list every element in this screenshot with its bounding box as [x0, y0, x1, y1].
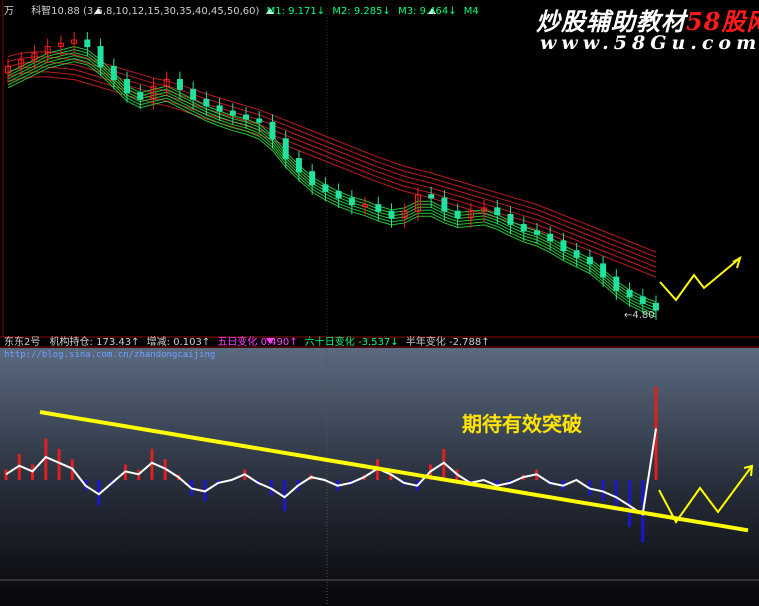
candle-body [586, 256, 593, 265]
candle-body [282, 138, 289, 160]
symbol-label: 万 [4, 6, 14, 17]
candle-body [176, 79, 183, 90]
lower-header: 东东2号 机构持仓: 173.43↑ 增减: 0.103↑ 五日变化 0.490… [4, 337, 490, 349]
candle-body [269, 121, 276, 140]
candle-body [613, 276, 620, 291]
candle-body [97, 46, 104, 67]
half-year-change: 半年变化 -2.788↑ [405, 337, 490, 348]
m1-value: M1: 9.171↓ [266, 6, 326, 17]
candle-body [84, 39, 91, 48]
candle-body [388, 210, 395, 219]
m4-value: M4 [463, 6, 479, 17]
candle-body [256, 118, 263, 123]
candle-body [547, 233, 554, 242]
ma-params-label: (3,5,8,10,12,15,30,35,40,45,50,60) [83, 6, 260, 17]
candle-body [494, 207, 501, 216]
blog-url: http://blog.sina.com.cn/zhandongcaijing [4, 350, 216, 360]
indicator-name: 东东2号 [4, 337, 41, 348]
candle-body [190, 88, 197, 100]
candle-body [573, 250, 580, 258]
candle-body [203, 98, 210, 107]
indicator-label: 科智10.88 [31, 6, 80, 17]
candle-body [639, 296, 646, 304]
candle-body [229, 110, 236, 116]
candle-body [124, 79, 131, 94]
chart-svg [0, 0, 759, 606]
candle-body [295, 158, 302, 173]
candle-body [137, 92, 144, 100]
candle-body [560, 240, 567, 252]
candle-body [626, 289, 633, 298]
candle-body [375, 204, 382, 212]
change-value: 增减: 0.103↑ [146, 337, 211, 348]
candle-body [309, 171, 316, 186]
low-price-label: ←4.80 [624, 310, 655, 321]
candle-body [653, 302, 659, 311]
candle-body [520, 223, 527, 232]
chart-canvas: 万 科智10.88 (3,5,8,10,12,15,30,35,40,45,50… [0, 0, 759, 606]
candle-body [110, 65, 117, 81]
candle-body [335, 190, 342, 199]
holding-value: 机构持仓: 173.43↑ [49, 337, 140, 348]
candle-body [428, 194, 435, 199]
candle-body [216, 105, 223, 112]
m2-value: M2: 9.285↓ [332, 6, 391, 17]
five-day-change: 五日变化 0.490↑ [217, 337, 298, 348]
candle-body [348, 197, 355, 206]
upper-header: 万 科智10.88 (3,5,8,10,12,15,30,35,40,45,50… [4, 6, 479, 18]
candle-body [600, 263, 607, 278]
candle-body [322, 184, 329, 192]
sixty-day-change: 六十日变化 -3.537↓ [304, 337, 399, 348]
annotation-label: 期待有效突破 [462, 412, 582, 436]
candle-body [533, 230, 540, 235]
candle-body [454, 210, 461, 219]
m3-value: M3: 9.464↓ [398, 6, 457, 17]
candle-body [441, 197, 448, 212]
watermark-url: www.58Gu.com [540, 32, 759, 54]
candle-body [507, 214, 514, 225]
candle-body [243, 114, 250, 120]
